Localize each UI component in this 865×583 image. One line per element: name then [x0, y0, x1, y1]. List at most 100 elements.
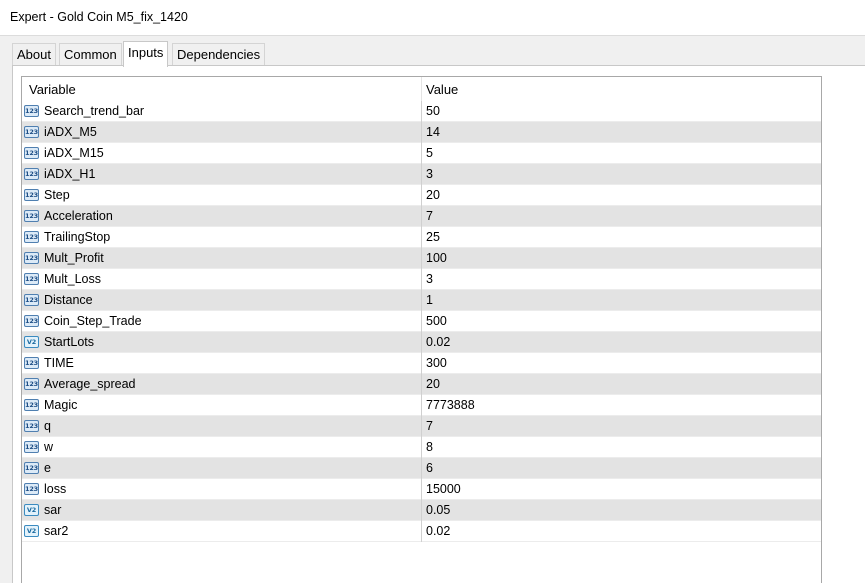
integer-icon: 123 [24, 273, 39, 285]
variable-name: Coin_Step_Trade [44, 314, 142, 328]
variable-value[interactable]: 25 [426, 230, 440, 244]
variable-value[interactable]: 14 [426, 125, 440, 139]
variable-name: Mult_Profit [44, 251, 104, 265]
variable-value[interactable]: 20 [426, 188, 440, 202]
table-row[interactable]: 123 Step 20 [22, 185, 821, 206]
variable-value[interactable]: 50 [426, 104, 440, 118]
variable-name: sar [44, 503, 62, 517]
table-row[interactable]: V2 sar 0.05 [22, 500, 821, 521]
variable-value[interactable]: 3 [426, 272, 433, 286]
variable-name: Step [44, 188, 70, 202]
tab-dependencies[interactable]: Dependencies [172, 43, 266, 66]
integer-icon: 123 [24, 357, 39, 369]
tab-bar: About Common Inputs Dependencies [0, 36, 865, 67]
table-row[interactable]: V2 StartLots 0.02 [22, 332, 821, 353]
tab-common[interactable]: Common [59, 43, 122, 66]
table-row[interactable]: 123 e 6 [22, 458, 821, 479]
integer-icon: 123 [24, 168, 39, 180]
table-row[interactable]: V2 sar2 0.02 [22, 521, 821, 542]
cell-divider [421, 374, 422, 395]
variable-value[interactable]: 3 [426, 167, 433, 181]
integer-icon: 123 [24, 189, 39, 201]
variable-value[interactable]: 15000 [426, 482, 461, 496]
cell-divider [421, 206, 422, 227]
table-row[interactable]: 123 q 7 [22, 416, 821, 437]
inputs-table: Variable Value 123 Search_trend_bar 50 123 i… [21, 76, 822, 583]
variable-value[interactable]: 8 [426, 440, 433, 454]
variable-value[interactable]: 500 [426, 314, 447, 328]
table-header: Variable Value [22, 77, 821, 101]
variable-value[interactable]: 6 [426, 461, 433, 475]
integer-icon: 123 [24, 441, 39, 453]
variable-name: q [44, 419, 51, 433]
cell-divider [421, 479, 422, 500]
integer-icon: 123 [24, 420, 39, 432]
cell-divider [421, 332, 422, 353]
cell-divider [421, 227, 422, 248]
integer-icon: 123 [24, 315, 39, 327]
cell-divider [421, 164, 422, 185]
tab-about[interactable]: About [12, 43, 56, 66]
table-row[interactable]: 123 Average_spread 20 [22, 374, 821, 395]
integer-icon: 123 [24, 378, 39, 390]
cell-divider [421, 311, 422, 332]
integer-icon: 123 [24, 231, 39, 243]
table-row[interactable]: 123 iADX_H1 3 [22, 164, 821, 185]
table-row[interactable]: 123 loss 15000 [22, 479, 821, 500]
cell-divider [421, 353, 422, 374]
table-row[interactable]: 123 Mult_Profit 100 [22, 248, 821, 269]
double-icon: V2 [24, 504, 39, 516]
column-header-variable[interactable]: Variable [29, 82, 76, 97]
table-row[interactable]: 123 Distance 1 [22, 290, 821, 311]
variable-value[interactable]: 7 [426, 419, 433, 433]
variable-name: loss [44, 482, 67, 496]
variable-value[interactable]: 300 [426, 356, 447, 370]
integer-icon: 123 [24, 462, 39, 474]
table-row[interactable]: 123 Mult_Loss 3 [22, 269, 821, 290]
table-row[interactable]: 123 Search_trend_bar 50 [22, 101, 821, 122]
variable-value[interactable]: 0.05 [426, 503, 450, 517]
tab-inputs[interactable]: Inputs [123, 41, 169, 67]
integer-icon: 123 [24, 399, 39, 411]
variable-value[interactable]: 1 [426, 293, 433, 307]
variable-name: Search_trend_bar [44, 104, 145, 118]
table-row[interactable]: 123 Acceleration 7 [22, 206, 821, 227]
integer-icon: 123 [24, 483, 39, 495]
cell-divider [421, 437, 422, 458]
variable-name: e [44, 461, 51, 475]
cell-divider [421, 248, 422, 269]
cell-divider [421, 458, 422, 479]
variable-value[interactable]: 5 [426, 146, 433, 160]
column-header-value[interactable]: Value [426, 82, 458, 97]
integer-icon: 123 [24, 126, 39, 138]
variable-value[interactable]: 100 [426, 251, 447, 265]
variable-name: w [44, 440, 54, 454]
double-icon: V2 [24, 525, 39, 537]
variable-value[interactable]: 7 [426, 209, 433, 223]
cell-divider [421, 395, 422, 416]
variable-value[interactable]: 0.02 [426, 524, 450, 538]
variable-value[interactable]: 7773888 [426, 398, 475, 412]
column-divider[interactable] [421, 77, 422, 101]
integer-icon: 123 [24, 294, 39, 306]
cell-divider [421, 101, 422, 122]
variable-name: TrailingStop [44, 230, 111, 244]
integer-icon: 123 [24, 105, 39, 117]
table-row[interactable]: 123 TrailingStop 25 [22, 227, 821, 248]
variable-name: sar2 [44, 524, 69, 538]
integer-icon: 123 [24, 210, 39, 222]
table-row[interactable]: 123 Magic 7773888 [22, 395, 821, 416]
variable-value[interactable]: 0.02 [426, 335, 450, 349]
table-row[interactable]: 123 Coin_Step_Trade 500 [22, 311, 821, 332]
cell-divider [421, 500, 422, 521]
table-row[interactable]: 123 TIME 300 [22, 353, 821, 374]
integer-icon: 123 [24, 252, 39, 264]
variable-name: iADX_M15 [44, 146, 104, 160]
cell-divider [421, 416, 422, 437]
table-row[interactable]: 123 iADX_M5 14 [22, 122, 821, 143]
variable-name: TIME [44, 356, 74, 370]
variable-value[interactable]: 20 [426, 377, 440, 391]
table-row[interactable]: 123 iADX_M15 5 [22, 143, 821, 164]
cell-divider [421, 290, 422, 311]
table-row[interactable]: 123 w 8 [22, 437, 821, 458]
